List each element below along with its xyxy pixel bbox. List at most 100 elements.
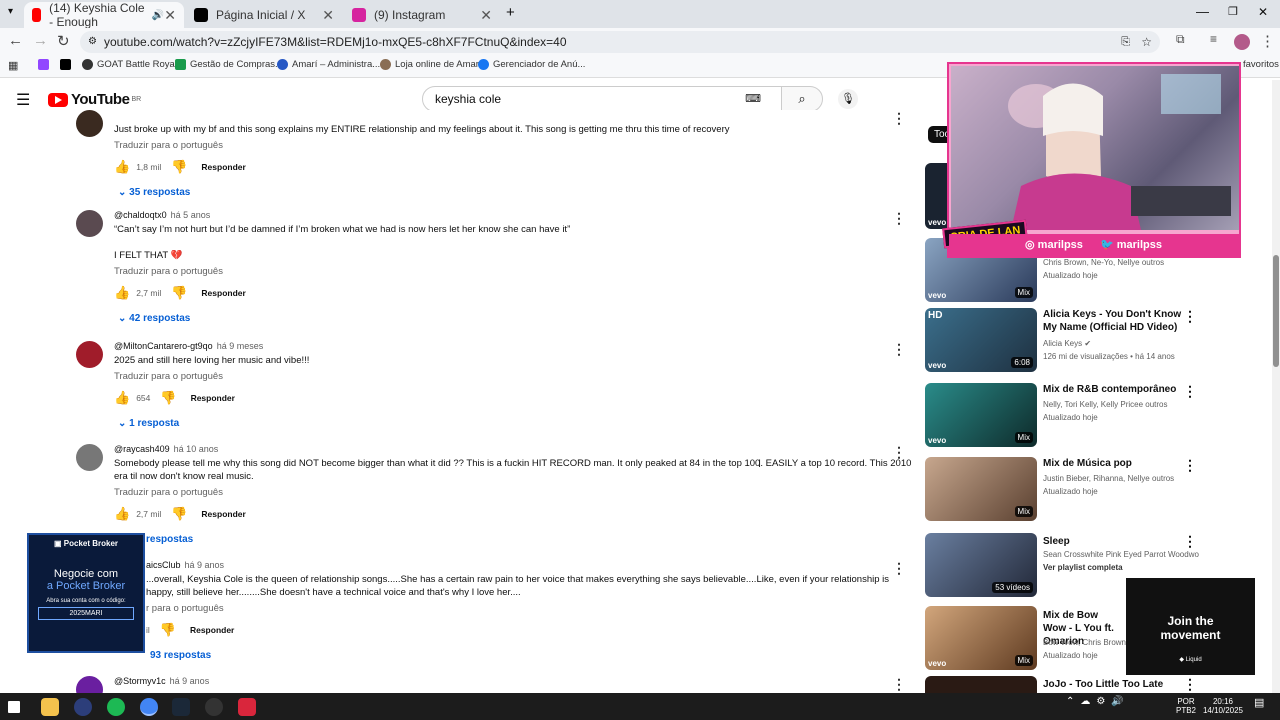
tab-x[interactable]: Página Inicial / X ✕ [186,2,342,28]
menu-icon[interactable]: ⋮ [1260,32,1275,50]
close-tab-icon[interactable]: ✕ [480,7,492,24]
reply-button[interactable]: Responder [201,162,245,172]
reply-button[interactable]: Responder [190,625,234,635]
site-info-icon[interactable]: ⚙ [88,31,97,53]
bookmark-amari-admin[interactable]: Amarí – Administra... [277,59,380,70]
reload-icon[interactable]: ↻ [57,32,70,50]
bookmark-goat[interactable]: GOAT Battle Royale [82,59,182,70]
video-thumbnail[interactable]: vevo Mix [925,383,1037,447]
video-menu-icon[interactable]: ⋮ [1183,533,1197,550]
tab-list-dropdown-icon[interactable]: ▾ [8,6,13,17]
close-tab-icon[interactable]: ✕ [322,7,334,24]
hamburger-menu-icon[interactable]: ☰ [16,90,30,110]
avatar[interactable] [76,110,103,137]
liquid-promo[interactable]: Join the movement ◆ Liquid [1126,578,1255,675]
app-icon[interactable] [238,698,256,716]
video-menu-icon[interactable]: ⋮ [1183,457,1197,474]
close-tab-icon[interactable]: ✕ [164,7,176,24]
windows-start-icon[interactable] [8,701,20,713]
dislike-icon[interactable]: 👎 [160,390,176,406]
maximize-icon[interactable]: ❐ [1228,5,1238,18]
translate-link[interactable]: Traduzir para o português [114,266,914,277]
comment-author[interactable]: @MiltonCantarero-gt9qo há 9 meses [114,341,914,351]
video-menu-icon[interactable]: ⋮ [1183,308,1197,325]
youtube-logo[interactable]: YouTube BR [48,91,141,108]
comment-author[interactable]: @chaldoqtx0 há 5 anos [114,210,914,220]
video-menu-icon[interactable]: ⋮ [1183,676,1197,693]
comment-menu-icon[interactable]: ⋮ [892,341,906,358]
tab-instagram[interactable]: (9) Instagram ✕ [344,2,500,28]
comment-menu-icon[interactable]: ⋮ [892,560,906,577]
bookmark-gerenciador[interactable]: Gerenciador de Anú... [478,59,585,70]
video-thumbnail[interactable]: HD vevo 6:08 [925,308,1037,372]
bookmark-compras[interactable]: Gestão de Compras... [175,59,283,70]
profile-avatar[interactable] [1234,34,1250,50]
like-icon[interactable]: 👍 [114,506,130,522]
search-input[interactable]: keyshia cole ⌨ [422,86,782,112]
install-app-icon[interactable]: ⎘ [1121,31,1130,53]
speaker-icon[interactable]: 🔊 [152,10,164,21]
like-icon[interactable]: 👍 [114,390,130,406]
keyboard-icon[interactable]: ⌨ [745,87,761,111]
like-icon[interactable]: 👍 [114,285,130,301]
avatar[interactable] [76,341,103,368]
avatar[interactable] [76,210,103,237]
notifications-icon[interactable]: ▤ [1254,698,1264,709]
back-icon[interactable]: ← [8,32,23,49]
translate-link[interactable]: Traduzir para o português [114,140,914,151]
like-icon[interactable]: 👍 [114,159,130,175]
reply-button[interactable]: Responder [201,509,245,519]
bookmark-loja[interactable]: Loja online de Amari [380,59,481,70]
tab-youtube[interactable]: (14) Keyshia Cole - Enough 🔊 ✕ [24,1,184,29]
dislike-icon[interactable]: 👎 [171,159,187,175]
comment-author[interactable]: @raycash409 há 10 anos [114,444,914,454]
file-explorer-icon[interactable] [41,698,59,716]
video-thumbnail[interactable]: 53 vídeos [925,533,1037,597]
steam-icon[interactable] [172,698,190,716]
close-window-icon[interactable]: ✕ [1258,5,1268,19]
chrome-icon[interactable] [140,698,158,716]
obs-icon[interactable] [74,698,92,716]
replies-toggle[interactable]: ⌄ 1 resposta [118,418,914,429]
bookmark-star-icon[interactable]: ☆ [1141,31,1152,53]
bookmark-favoritos[interactable]: favoritos [1243,59,1279,70]
replies-toggle[interactable]: ⌄ 35 respostas [118,187,914,198]
video-item[interactable]: JoJo - Too Little Too Late ⋮ [925,676,1270,693]
translate-link[interactable]: r para o português [146,603,906,614]
comment-author[interactable]: @Stormyv1c há 9 anos [114,676,914,686]
dislike-icon[interactable]: 👎 [171,506,187,522]
video-item[interactable]: vevo Mix Mix de R&B contemporâneo Nelly, … [925,383,1270,449]
media-control-icon[interactable]: ≡ [1210,32,1217,46]
video-item[interactable]: HD vevo 6:08 Alicia Keys - You Don't Know … [925,308,1270,374]
reply-button[interactable]: Responder [201,288,245,298]
tray-icons[interactable]: ⌃☁⚙🔊 [1066,697,1130,707]
translate-link[interactable]: Traduzir para o português [114,487,914,498]
minimize-icon[interactable]: — [1196,4,1209,19]
twitch-bookmark-icon[interactable] [38,59,53,70]
video-thumbnail[interactable]: vevo Mix [925,606,1037,670]
scrollbar-thumb[interactable] [1273,255,1279,367]
video-menu-icon[interactable]: ⋮ [1183,383,1197,400]
dislike-icon[interactable]: 👎 [160,622,176,638]
x-bookmark-icon[interactable] [60,59,75,70]
replies-toggle[interactable]: respostas [146,534,914,545]
language-indicator[interactable]: POR PTB2 [1176,697,1196,715]
comment-menu-icon[interactable]: ⋮ [892,210,906,227]
extensions-icon[interactable]: ⧉ [1176,32,1185,47]
dislike-icon[interactable]: 👎 [171,285,187,301]
avatar[interactable] [76,444,103,471]
avatar[interactable] [76,676,103,693]
page-scrollbar[interactable] [1272,80,1280,693]
comment-menu-icon[interactable]: ⋮ [892,444,906,461]
video-thumbnail[interactable] [925,676,1037,693]
comment-menu-icon[interactable]: ⋮ [892,676,906,693]
replies-toggle[interactable]: 93 respostas [150,650,906,661]
comment-author[interactable]: aicsClub há 9 anos [146,560,906,570]
spotify-icon[interactable] [107,698,125,716]
reply-button[interactable]: Responder [191,393,235,403]
url-input[interactable]: ⚙ youtube.com/watch?v=zZcjyIFE73M&list=R… [80,31,1160,53]
pocket-broker-ad[interactable]: ▣ Pocket Broker Negocie com a Pocket Bro… [27,533,145,653]
clock[interactable]: 20:16 14/10/2025 [1200,697,1246,715]
comment-menu-icon[interactable]: ⋮ [892,110,906,127]
apps-grid-icon[interactable]: ▦ [8,59,18,72]
